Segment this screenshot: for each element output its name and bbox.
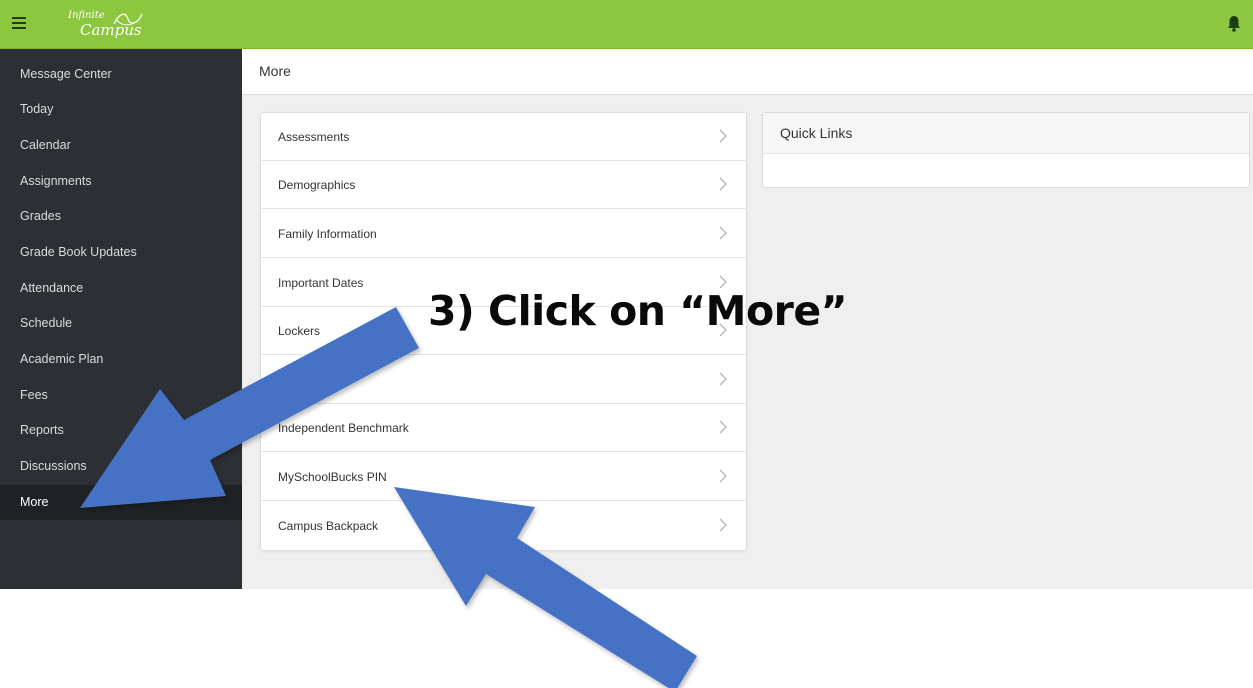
sidebar-item-fees[interactable]: Fees bbox=[0, 378, 242, 413]
sidebar-item-grade-book-updates[interactable]: Grade Book Updates bbox=[0, 235, 242, 270]
sidebar-item-attendance[interactable]: Attendance bbox=[0, 271, 242, 306]
quick-links-header: Quick Links bbox=[763, 113, 1249, 154]
quick-links-panel: Quick Links bbox=[762, 112, 1250, 188]
top-bar: Infinite Campus bbox=[0, 0, 1253, 49]
logo-text-infinite: Infinite bbox=[68, 10, 105, 21]
infinite-campus-logo[interactable]: Infinite Campus bbox=[66, 10, 146, 40]
sidebar-item-reports[interactable]: Reports bbox=[0, 413, 242, 448]
list-item-independent-benchmark[interactable]: Independent Benchmark bbox=[261, 404, 746, 452]
sidebar-item-discussions[interactable]: Discussions bbox=[0, 449, 242, 484]
sidebar-item-schedule[interactable]: Schedule bbox=[0, 306, 242, 341]
list-item-label: Campus Backpack bbox=[278, 519, 379, 533]
list-item-label: Demographics bbox=[278, 178, 356, 192]
list-item-label: Independent Benchmark bbox=[278, 421, 409, 435]
list-item-demographics[interactable]: Demographics bbox=[261, 161, 746, 209]
chevron-right-icon bbox=[719, 372, 727, 386]
quick-links-title: Quick Links bbox=[780, 125, 853, 141]
list-item-obscured[interactable] bbox=[261, 356, 746, 404]
page-header: More bbox=[242, 49, 1253, 95]
sidebar-nav: Message Center Today Calendar Assignment… bbox=[0, 49, 242, 589]
page-title: More bbox=[259, 63, 291, 79]
list-item-label: Lockers bbox=[278, 324, 321, 338]
sidebar-item-assignments[interactable]: Assignments bbox=[0, 164, 242, 199]
list-item-label: Family Information bbox=[278, 227, 377, 241]
chevron-right-icon bbox=[719, 129, 727, 143]
sidebar-item-grades[interactable]: Grades bbox=[0, 199, 242, 234]
bell-icon[interactable] bbox=[1227, 15, 1241, 33]
sidebar-item-calendar[interactable]: Calendar bbox=[0, 128, 242, 163]
sidebar-item-today[interactable]: Today bbox=[0, 92, 242, 127]
chevron-right-icon bbox=[719, 420, 727, 434]
chevron-right-icon bbox=[719, 177, 727, 191]
list-item-assessments[interactable]: Assessments bbox=[261, 113, 746, 161]
list-item-label: MySchoolBucks PIN bbox=[278, 470, 387, 484]
list-item-family-information[interactable]: Family Information bbox=[261, 210, 746, 258]
chevron-right-icon bbox=[719, 226, 727, 240]
list-item-myschoolbucks-pin[interactable]: MySchoolBucks PIN bbox=[261, 453, 746, 501]
sidebar-item-academic-plan[interactable]: Academic Plan bbox=[0, 342, 242, 377]
hamburger-icon[interactable] bbox=[8, 12, 30, 34]
logo-swoosh-icon bbox=[113, 13, 143, 26]
list-item-label: Important Dates bbox=[278, 276, 364, 290]
chevron-right-icon bbox=[719, 518, 727, 532]
sidebar-item-message-center[interactable]: Message Center bbox=[0, 57, 242, 92]
list-item-campus-backpack[interactable]: Campus Backpack bbox=[261, 502, 746, 550]
list-item-label: Assessments bbox=[278, 130, 350, 144]
chevron-right-icon bbox=[719, 469, 727, 483]
annotation-instruction: 3) Click on “More” bbox=[428, 287, 848, 335]
sidebar-item-more[interactable]: More bbox=[0, 485, 242, 520]
